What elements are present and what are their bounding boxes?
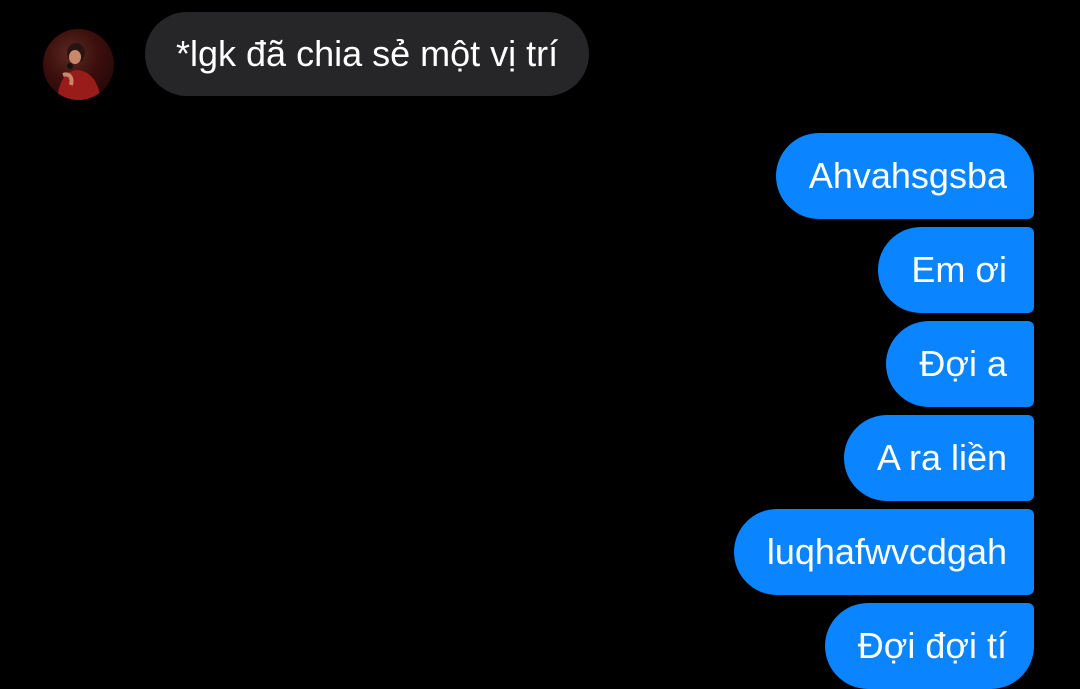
outgoing-message-bubble[interactable]: Ahvahsgsba bbox=[775, 133, 1034, 219]
incoming-message-bubble[interactable]: *lgk đã chia sẻ một vị trí bbox=[145, 12, 590, 96]
chat-screen: *lgk đã chia sẻ một vị trí Ahvahsgsba Em… bbox=[0, 0, 1080, 689]
outgoing-message-bubble[interactable]: Đợi đợi tí bbox=[824, 603, 1034, 689]
outgoing-message-bubble[interactable]: Đợi a bbox=[886, 321, 1034, 407]
outgoing-message-bubble[interactable]: Em ơi bbox=[878, 227, 1034, 313]
person-icon bbox=[57, 43, 101, 100]
outgoing-message-bubble[interactable]: A ra liền bbox=[843, 415, 1034, 501]
outgoing-message-bubble[interactable]: luqhafwvcdgah bbox=[733, 509, 1034, 595]
contact-avatar[interactable] bbox=[43, 29, 114, 100]
